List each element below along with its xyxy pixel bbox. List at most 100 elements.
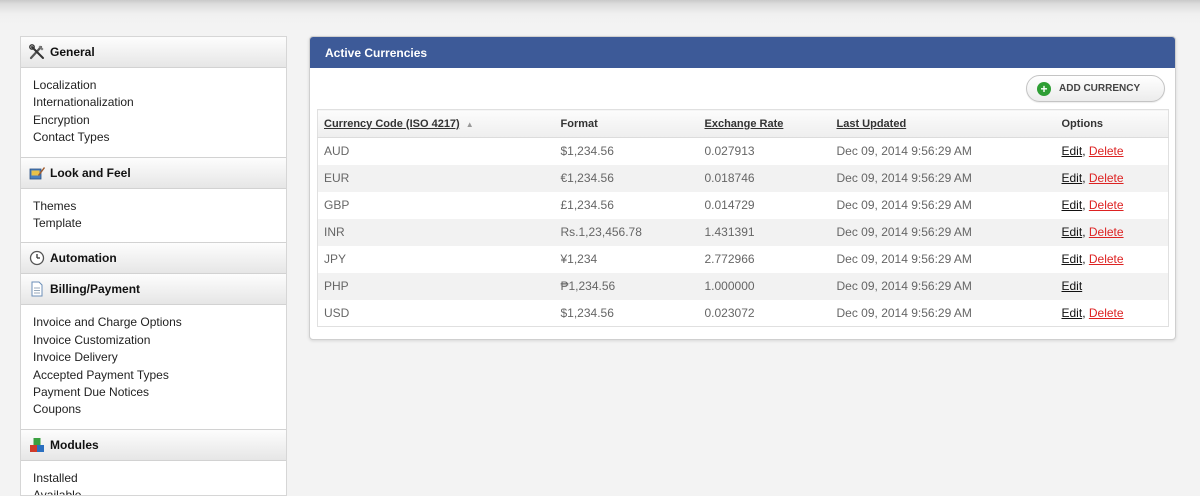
format-cell: ¥1,234: [560, 252, 598, 266]
sidebar-item-invoice-delivery[interactable]: Invoice Delivery: [33, 349, 274, 366]
options-cell: Edit, Delete: [1061, 144, 1124, 159]
delete-link[interactable]: Delete: [1089, 225, 1124, 239]
format-cell: $1,234.56: [560, 144, 614, 159]
edit-link[interactable]: Edit: [1062, 144, 1083, 158]
exchange-rate-cell: 0.014729: [704, 198, 755, 212]
delete-link[interactable]: Delete: [1089, 144, 1124, 158]
sidebar-item-invoice-customization[interactable]: Invoice Customization: [33, 332, 274, 349]
sidebar-item-contact-types[interactable]: Contact Types: [33, 129, 274, 146]
options-cell: Edit, Delete: [1055, 218, 1169, 246]
options-cell: Edit: [1055, 272, 1169, 300]
last-updated-cell: Dec 09, 2014 9:56:29 AM: [830, 272, 1056, 300]
edit-link[interactable]: Edit: [1062, 252, 1083, 266]
exchange-rate-cell: 1.431391: [698, 218, 831, 246]
last-updated-cell: Dec 09, 2014 9:56:29 AM: [836, 252, 972, 266]
add-currency-label: ADD CURRENCY: [1059, 83, 1141, 94]
column-header-exchange-rate[interactable]: Exchange Rate: [698, 109, 831, 138]
table-row: EUR €1,234.56 0.018746 Dec 09, 2014 9:56…: [317, 164, 1169, 192]
exchange-rate-cell: 1.000000: [698, 272, 831, 300]
options-cell: Edit, Delete: [1061, 198, 1124, 212]
currency-code-cell: EUR: [317, 164, 555, 192]
currencies-table: Currency Code (ISO 4217) ▲ Format Exchang…: [317, 109, 1169, 327]
exchange-rate-cell: 0.027913: [704, 144, 755, 159]
sidebar-item-coupons[interactable]: Coupons: [33, 401, 274, 418]
last-updated-cell: Dec 09, 2014 9:56:29 AM: [836, 198, 972, 212]
sidebar-section-billing-payment-items: Invoice and Charge Options Invoice Custo…: [21, 305, 286, 430]
delete-link[interactable]: Delete: [1089, 171, 1124, 185]
table-header-row: Currency Code (ISO 4217) ▲ Format Exchang…: [317, 109, 1169, 138]
sidebar-section-modules[interactable]: Modules: [21, 429, 286, 461]
table-row: PHP ₱1,234.56 1.000000 Dec 09, 2014 9:56…: [317, 272, 1169, 300]
sidebar-section-title: Look and Feel: [50, 165, 131, 180]
sidebar-section-title: Modules: [50, 437, 99, 452]
currency-code-cell: JPY: [324, 252, 347, 266]
last-updated-cell: Dec 09, 2014 9:56:29 AM: [836, 144, 972, 159]
edit-link[interactable]: Edit: [1062, 171, 1083, 185]
table-row: INR Rs.1,23,456.78 1.431391 Dec 09, 2014…: [317, 218, 1169, 246]
sidebar-section-general[interactable]: General: [21, 37, 286, 68]
edit-link[interactable]: Edit: [1062, 225, 1083, 239]
sidebar-section-title: Billing/Payment: [50, 282, 141, 297]
currency-code-cell: USD: [324, 305, 350, 320]
plus-icon: +: [1037, 81, 1051, 96]
sidebar-section-look-and-feel[interactable]: Look and Feel: [21, 157, 286, 189]
modules-icon: [29, 437, 45, 453]
delete-link[interactable]: Delete: [1089, 198, 1124, 212]
sidebar-item-internationalization[interactable]: Internationalization: [33, 94, 274, 111]
last-updated-cell: Dec 09, 2014 9:56:29 AM: [830, 218, 1056, 246]
sidebar-section-look-and-feel-items: Themes Template: [21, 189, 286, 244]
sidebar-section-automation[interactable]: Automation: [21, 243, 286, 275]
table-row: AUD $1,234.56 0.027913 Dec 09, 2014 9:56…: [318, 138, 1169, 165]
sidebar-item-available[interactable]: Available: [33, 487, 274, 495]
panel-title: Active Currencies: [310, 37, 1175, 68]
exchange-rate-cell: 0.023072: [704, 305, 755, 320]
tools-icon: [29, 44, 45, 60]
delete-link[interactable]: Delete: [1089, 306, 1124, 320]
table-row: JPY ¥1,234 2.772966 Dec 09, 2014 9:56:29…: [318, 246, 1169, 273]
format-cell: $1,234.56: [560, 305, 614, 320]
sidebar-section-title: Automation: [50, 251, 117, 266]
options-cell: Edit, Delete: [1055, 164, 1169, 192]
active-currencies-panel: Active Currencies + ADD CURRENCY Currenc…: [309, 36, 1176, 340]
column-header-format: Format: [554, 109, 699, 138]
sidebar-item-localization[interactable]: Localization: [33, 77, 274, 94]
format-cell: €1,234.56: [554, 164, 699, 192]
top-bar: [0, 0, 1200, 24]
last-updated-cell: Dec 09, 2014 9:56:29 AM: [836, 305, 972, 320]
sidebar-section-general-items: Localization Internationalization Encryp…: [21, 68, 286, 158]
options-cell: Edit, Delete: [1061, 305, 1124, 320]
sort-ascending-icon: ▲: [465, 119, 474, 129]
sidebar-item-invoice-charge-options[interactable]: Invoice and Charge Options: [33, 314, 274, 331]
sidebar-section-modules-items: Installed Available: [21, 461, 286, 495]
add-currency-button[interactable]: + ADD CURRENCY: [1026, 75, 1165, 102]
sidebar-item-accepted-payment-types[interactable]: Accepted Payment Types: [33, 367, 274, 384]
sidebar-section-billing-payment[interactable]: Billing/Payment: [21, 274, 286, 306]
column-header-options: Options: [1055, 109, 1169, 138]
format-cell: ₱1,234.56: [554, 272, 699, 300]
table-row: USD $1,234.56 0.023072 Dec 09, 2014 9:56…: [318, 300, 1169, 327]
options-cell: Edit, Delete: [1061, 252, 1124, 266]
sidebar-item-themes[interactable]: Themes: [33, 198, 274, 215]
sidebar-item-encryption[interactable]: Encryption: [33, 112, 274, 129]
sidebar-item-installed[interactable]: Installed: [33, 470, 274, 487]
currency-code-cell: INR: [317, 218, 555, 246]
sidebar-item-template[interactable]: Template: [33, 215, 274, 232]
edit-link[interactable]: Edit: [1062, 279, 1083, 293]
sidebar-item-payment-due-notices[interactable]: Payment Due Notices: [33, 384, 274, 401]
document-icon: [29, 281, 45, 297]
currency-code-cell: GBP: [324, 198, 350, 212]
currency-code-cell: AUD: [324, 144, 350, 159]
column-header-currency-code[interactable]: Currency Code (ISO 4217) ▲: [317, 109, 555, 138]
edit-link[interactable]: Edit: [1062, 306, 1083, 320]
format-cell: £1,234.56: [560, 198, 614, 212]
last-updated-cell: Dec 09, 2014 9:56:29 AM: [830, 164, 1056, 192]
sidebar-section-title: General: [50, 45, 95, 59]
paint-icon: [29, 165, 45, 181]
exchange-rate-cell: 2.772966: [704, 252, 755, 266]
table-row: GBP £1,234.56 0.014729 Dec 09, 2014 9:56…: [318, 192, 1169, 219]
edit-link[interactable]: Edit: [1062, 198, 1083, 212]
currency-code-cell: PHP: [317, 272, 555, 300]
delete-link[interactable]: Delete: [1089, 252, 1124, 266]
clock-icon: [29, 250, 45, 266]
column-header-last-updated[interactable]: Last Updated: [830, 109, 1056, 138]
